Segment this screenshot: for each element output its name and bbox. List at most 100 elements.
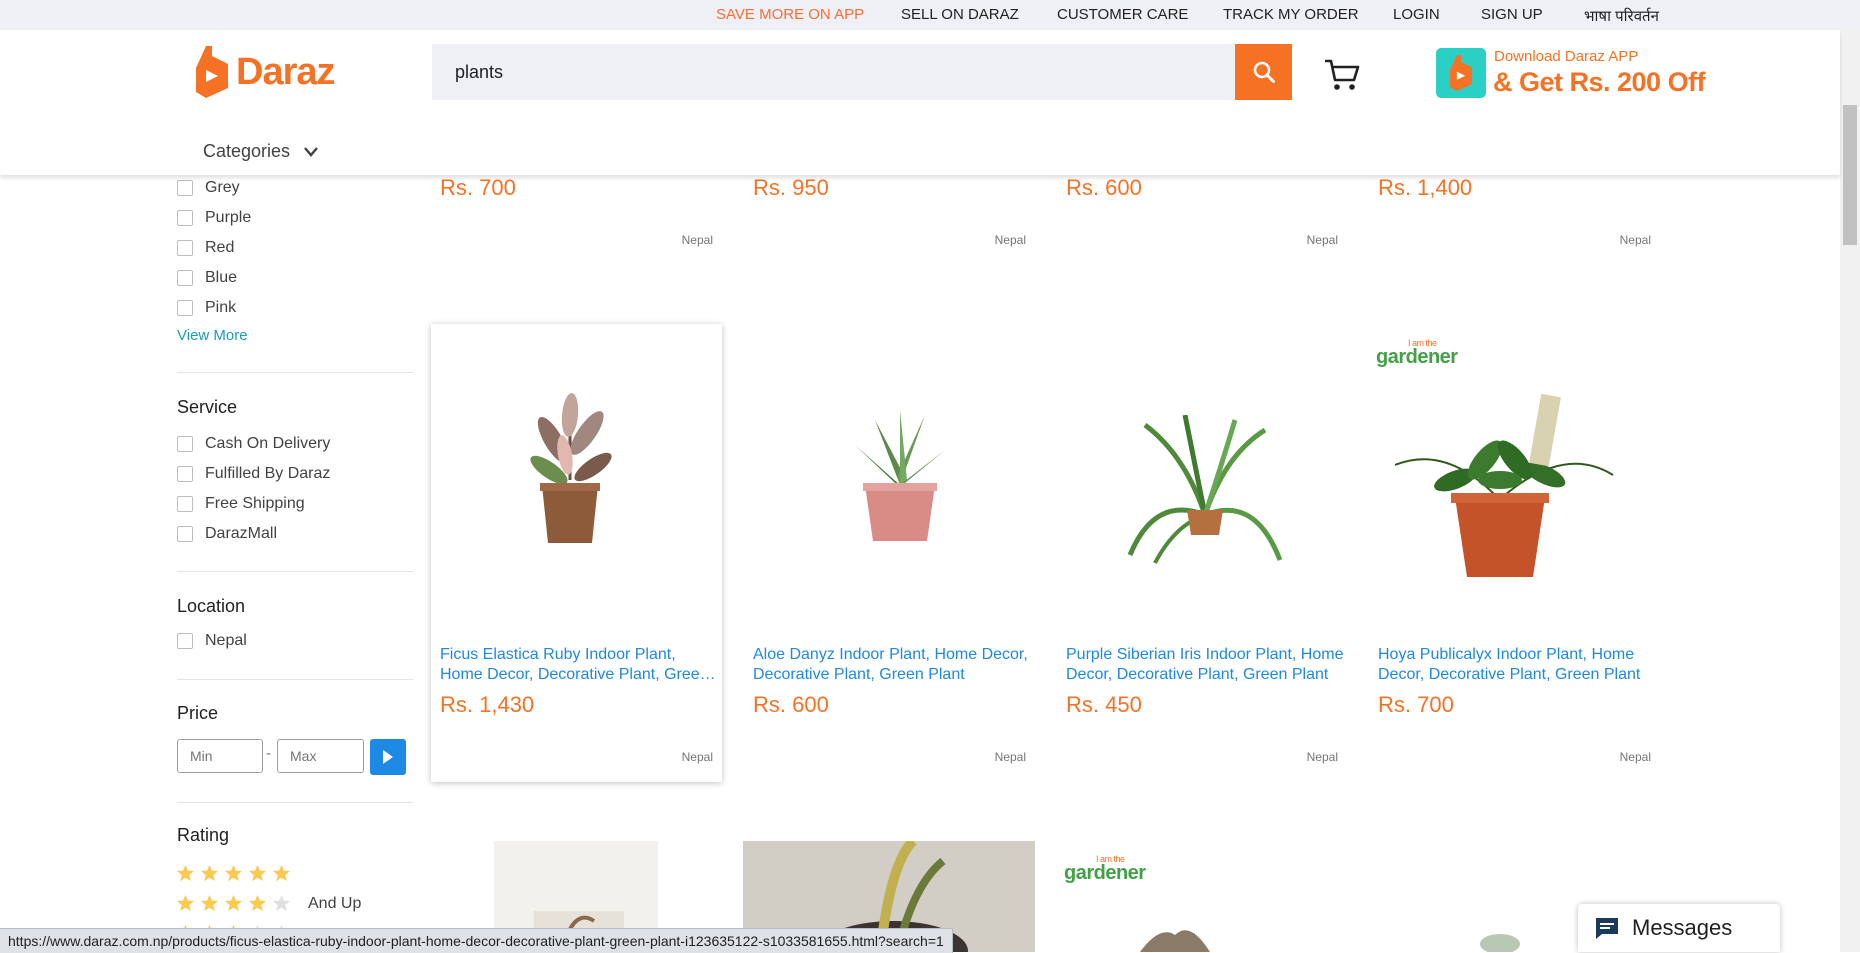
view-more-link[interactable]: View More bbox=[177, 327, 248, 344]
checkbox[interactable] bbox=[177, 270, 193, 286]
price-title: Price bbox=[177, 703, 219, 723]
divider bbox=[177, 802, 413, 803]
search-input[interactable] bbox=[432, 44, 1232, 100]
filter-label: Pink bbox=[205, 299, 237, 316]
gardener-badge: I am the gardener bbox=[1376, 338, 1458, 369]
change-language-link[interactable]: भाषा परिवर्तन bbox=[1584, 6, 1659, 26]
gardener-badge: I am the gardener bbox=[1064, 854, 1146, 885]
filter-label: Nepal bbox=[205, 632, 247, 649]
product-location: Nepal bbox=[994, 233, 1026, 247]
product-title[interactable]: Purple Siberian Iris Indoor Plant, Home … bbox=[1066, 645, 1344, 685]
sign-up-link[interactable]: SIGN UP bbox=[1481, 6, 1543, 23]
star-icon bbox=[248, 864, 267, 882]
product-location: Nepal bbox=[1619, 750, 1651, 764]
messages-widget[interactable]: Messages bbox=[1578, 904, 1780, 952]
star-icon bbox=[200, 894, 219, 912]
product-price: Rs. 600 bbox=[1066, 175, 1142, 200]
filter-color-blue[interactable]: Blue bbox=[177, 268, 237, 288]
checkbox[interactable] bbox=[177, 436, 193, 452]
search-box bbox=[432, 44, 1292, 100]
messages-label: Messages bbox=[1632, 915, 1733, 940]
product-location: Nepal bbox=[1619, 233, 1651, 247]
gardener-badge-small: I am the bbox=[1096, 854, 1125, 864]
filter-color-pink[interactable]: Pink bbox=[177, 298, 236, 318]
product-title[interactable]: Ficus Elastica Ruby Indoor Plant, Home D… bbox=[440, 645, 718, 685]
main-header: Daraz Download Daraz APP & Get Rs. 200 O… bbox=[0, 30, 1840, 175]
checkbox[interactable] bbox=[177, 633, 193, 649]
product-image-aloe-danyz[interactable] bbox=[845, 405, 955, 545]
track-my-order-link[interactable]: TRACK MY ORDER bbox=[1223, 6, 1359, 23]
star-icon bbox=[272, 894, 291, 912]
product-image-hoya-publicalyx[interactable] bbox=[1385, 385, 1615, 580]
service-title: Service bbox=[177, 397, 238, 417]
star-icon bbox=[176, 894, 195, 912]
divider bbox=[177, 679, 413, 680]
logo-text: Daraz bbox=[236, 50, 335, 93]
gardener-badge-text: gardener bbox=[1064, 862, 1146, 884]
location-title: Location bbox=[177, 596, 246, 616]
search-icon bbox=[1253, 61, 1275, 83]
filter-color-red[interactable]: Red bbox=[177, 238, 234, 258]
filter-color-purple[interactable]: Purple bbox=[177, 208, 251, 228]
play-arrow-icon bbox=[383, 750, 393, 764]
product-image[interactable] bbox=[1470, 922, 1530, 952]
categories-dropdown[interactable]: Categories bbox=[203, 141, 318, 162]
top-utility-bar: SAVE MORE ON APP SELL ON DARAZ CUSTOMER … bbox=[0, 0, 1860, 30]
checkbox[interactable] bbox=[177, 300, 193, 316]
daraz-logo[interactable]: Daraz bbox=[196, 44, 335, 100]
star-icon bbox=[176, 864, 195, 882]
sell-on-daraz-link[interactable]: SELL ON DARAZ bbox=[901, 6, 1019, 23]
price-min-input[interactable] bbox=[177, 739, 263, 773]
product-image[interactable] bbox=[1120, 915, 1230, 952]
download-app-banner[interactable]: Download Daraz APP & Get Rs. 200 Off bbox=[1436, 48, 1706, 102]
categories-label: Categories bbox=[203, 141, 291, 161]
search-button[interactable] bbox=[1235, 44, 1292, 100]
filter-label: Purple bbox=[205, 209, 252, 226]
chevron-down-icon bbox=[304, 146, 318, 157]
star-icon bbox=[248, 894, 267, 912]
filter-color-grey[interactable]: Grey bbox=[177, 178, 240, 198]
checkbox[interactable] bbox=[177, 240, 193, 256]
product-price: Rs. 1,430 bbox=[440, 692, 535, 717]
rating-title: Rating bbox=[177, 825, 230, 845]
customer-care-link[interactable]: CUSTOMER CARE bbox=[1057, 6, 1188, 23]
product-location: Nepal bbox=[1306, 233, 1338, 247]
price-apply-button[interactable] bbox=[370, 739, 406, 775]
rating-5-stars[interactable] bbox=[176, 864, 296, 883]
price-max-input[interactable] bbox=[277, 739, 364, 773]
product-title[interactable]: Aloe Danyz Indoor Plant, Home Decor, Dec… bbox=[753, 645, 1031, 685]
product-location: Nepal bbox=[681, 750, 713, 764]
product-price: Rs. 950 bbox=[753, 175, 829, 200]
cart-icon[interactable] bbox=[1324, 58, 1360, 92]
page-scrollbar-thumb[interactable] bbox=[1843, 105, 1857, 245]
gardener-badge-text: gardener bbox=[1376, 346, 1458, 368]
filter-label: Cash On Delivery bbox=[205, 435, 331, 452]
checkbox[interactable] bbox=[177, 180, 193, 196]
checkbox[interactable] bbox=[177, 526, 193, 542]
checkbox[interactable] bbox=[177, 496, 193, 512]
product-location: Nepal bbox=[994, 750, 1026, 764]
save-more-on-app-link[interactable]: SAVE MORE ON APP bbox=[716, 6, 864, 23]
login-link[interactable]: LOGIN bbox=[1393, 6, 1440, 23]
app-promo-line1: Download Daraz APP bbox=[1494, 48, 1639, 65]
filter-service-fulfilled[interactable]: Fulfilled By Daraz bbox=[177, 464, 330, 484]
filter-service-darazmall[interactable]: DarazMall bbox=[177, 524, 277, 544]
rating-4-and-up[interactable]: And Up bbox=[176, 894, 361, 913]
browser-status-url: https://www.daraz.com.np/products/ficus-… bbox=[0, 928, 953, 953]
chat-icon bbox=[1596, 918, 1618, 939]
filter-location-nepal[interactable]: Nepal bbox=[177, 631, 247, 651]
daraz-logo-icon bbox=[196, 46, 228, 98]
filter-service-free-shipping[interactable]: Free Shipping bbox=[177, 494, 305, 514]
product-image-ficus-ruby[interactable] bbox=[515, 385, 625, 545]
checkbox[interactable] bbox=[177, 210, 193, 226]
product-image-siberian-iris[interactable] bbox=[1125, 415, 1285, 565]
filter-label: DarazMall bbox=[205, 525, 278, 542]
star-icon bbox=[200, 864, 219, 882]
filter-service-cod[interactable]: Cash On Delivery bbox=[177, 434, 330, 454]
filter-label: Blue bbox=[205, 269, 238, 286]
filter-label: Free Shipping bbox=[205, 495, 305, 512]
checkbox[interactable] bbox=[177, 466, 193, 482]
and-up-label: And Up bbox=[308, 894, 362, 912]
filter-label: Red bbox=[205, 239, 235, 256]
product-title[interactable]: Hoya Publicalyx Indoor Plant, Home Decor… bbox=[1378, 645, 1656, 685]
